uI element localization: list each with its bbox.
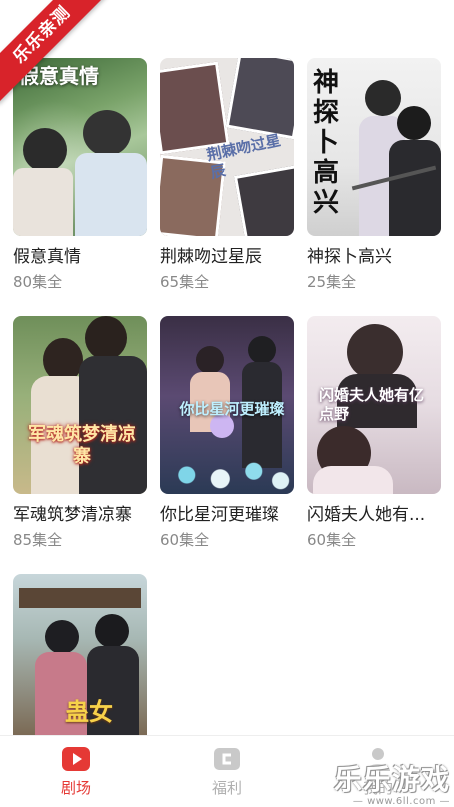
drama-poster[interactable]: 蛊女 <box>13 574 147 735</box>
drama-title: 闪婚夫人她有... <box>307 505 426 525</box>
drama-card[interactable]: 蛊女 <box>13 574 147 735</box>
drama-card[interactable]: 闪婚夫人她有亿点野 闪婚夫人她有... 60集全 <box>307 316 441 550</box>
drama-poster[interactable]: 荆棘吻过星辰 <box>160 58 294 236</box>
episode-count: 60集全 <box>160 531 210 549</box>
poster-title-text: 神探卜高兴 <box>313 68 340 218</box>
play-icon <box>61 746 91 772</box>
drama-card[interactable]: 假意真情 假意真情 80集全 <box>13 58 147 292</box>
tab-label: 剧场 <box>60 779 91 797</box>
drama-card[interactable]: 军魂筑梦清凉寨 军魂筑梦清凉寨 85集全 <box>13 316 147 550</box>
poster-title-text: 军魂筑梦清凉寨 <box>28 424 136 467</box>
episode-count: 80集全 <box>13 273 63 291</box>
drama-card[interactable]: 荆棘吻过星辰 荆棘吻过星辰 65集全 <box>160 58 294 292</box>
drama-title: 你比星河更璀璨 <box>160 505 279 525</box>
drama-title: 荆棘吻过星辰 <box>160 247 262 267</box>
tab-label: 福利 <box>211 779 242 797</box>
drama-poster[interactable]: 神探卜高兴 <box>307 58 441 236</box>
episode-count: 60集全 <box>307 531 357 549</box>
tab-welfare[interactable]: 福利 <box>187 746 267 798</box>
drama-card[interactable]: 你比星河更璀璨 你比星河更璀璨 60集全 <box>160 316 294 550</box>
poster-title-text: 蛊女 <box>65 697 113 726</box>
gift-card-icon <box>212 746 242 772</box>
episode-count: 85集全 <box>13 531 63 549</box>
poster-title-text: 闪婚夫人她有亿点野 <box>319 386 425 423</box>
site-watermark: 乐乐游戏 — www.6ll.com — <box>334 758 450 807</box>
episode-count: 25集全 <box>307 273 357 291</box>
drama-title: 军魂筑梦清凉寨 <box>13 505 132 525</box>
watermark-main: 乐乐游戏 <box>333 763 450 796</box>
drama-card[interactable]: 神探卜高兴 神探卜高兴 25集全 <box>307 58 441 292</box>
drama-title: 神探卜高兴 <box>307 247 392 267</box>
drama-poster[interactable]: 闪婚夫人她有亿点野 <box>307 316 441 494</box>
tab-theater[interactable]: 剧场 <box>36 746 116 798</box>
drama-title: 假意真情 <box>13 247 81 267</box>
drama-poster[interactable]: 军魂筑梦清凉寨 <box>13 316 147 494</box>
poster-title-text: 你比星河更璀璨 <box>179 400 285 418</box>
drama-poster[interactable]: 你比星河更璀璨 <box>160 316 294 494</box>
episode-count: 65集全 <box>160 273 210 291</box>
drama-poster[interactable]: 假意真情 <box>13 58 147 236</box>
